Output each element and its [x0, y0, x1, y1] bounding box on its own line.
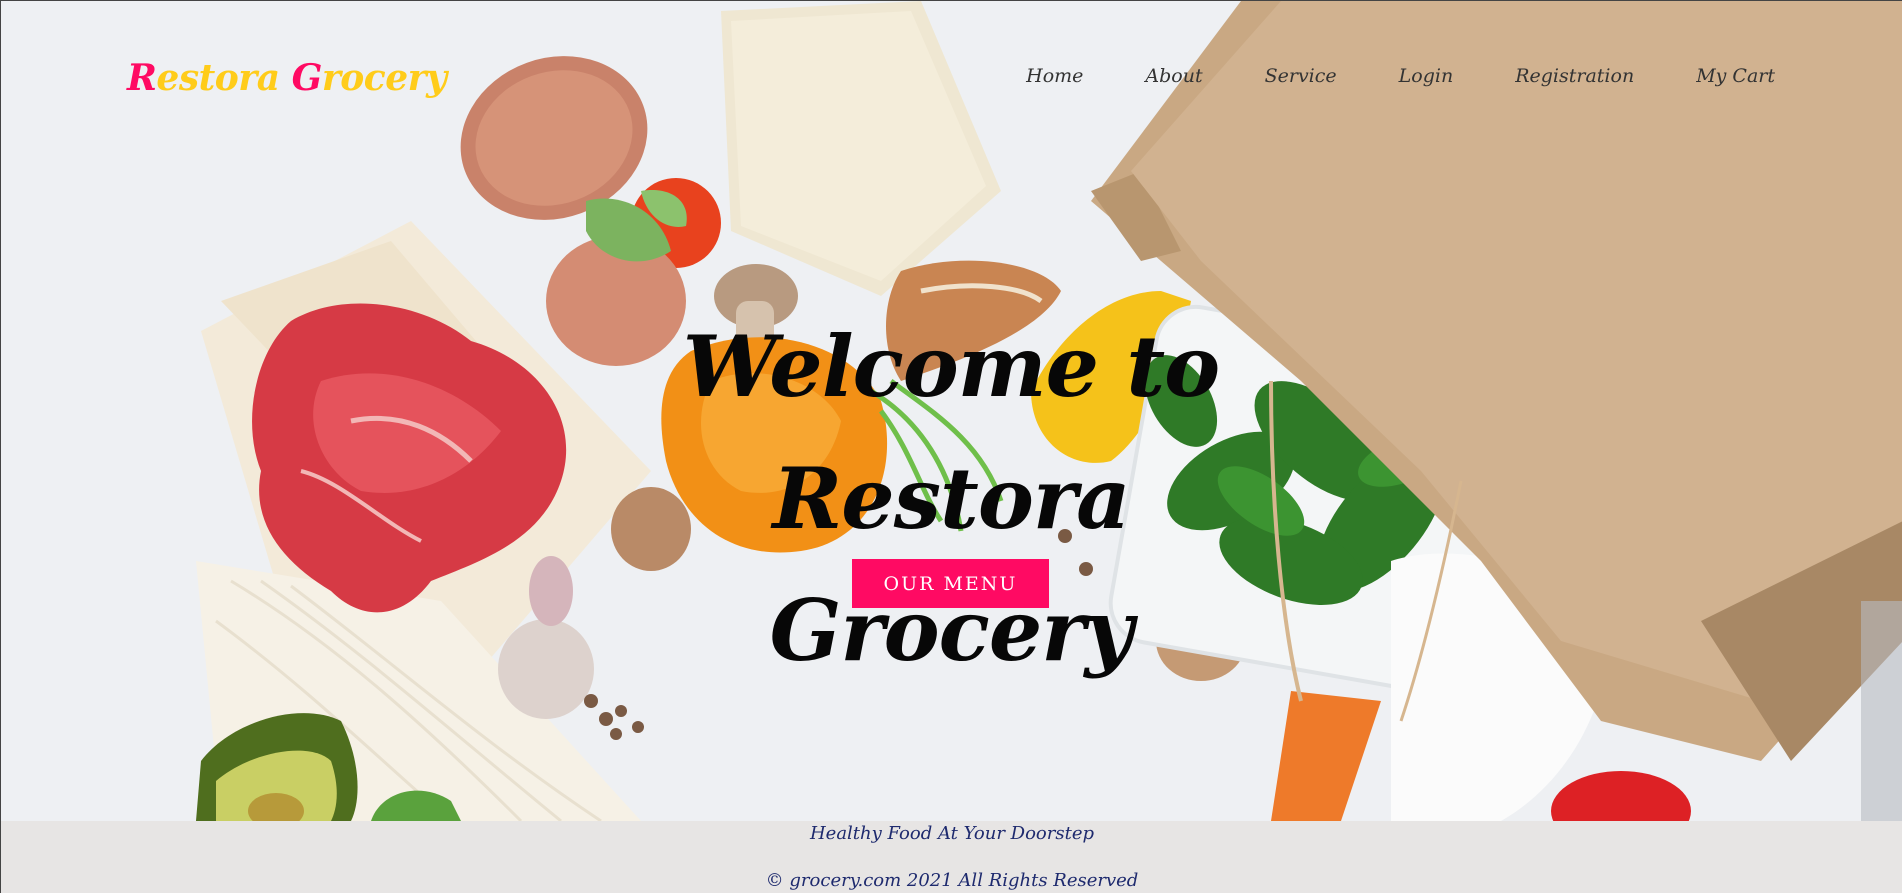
brand-logo[interactable]: Restora Grocery — [127, 57, 447, 99]
hero-title: Welcome to Restora Grocery — [501, 301, 1401, 697]
footer-tagline: Healthy Food At Your Doorstep — [809, 823, 1095, 844]
hero-section: Restora Grocery Home About Service Login… — [1, 1, 1902, 821]
nav-my-cart[interactable]: My Cart — [1696, 65, 1775, 87]
nav-login[interactable]: Login — [1399, 65, 1454, 87]
hero-title-line1: Welcome to Restora — [682, 317, 1220, 548]
main-nav: Home About Service Login Registration My… — [1026, 65, 1775, 87]
our-menu-button[interactable]: OUR MENU — [852, 559, 1049, 608]
brand-initial-r: R — [127, 57, 157, 99]
nav-home[interactable]: Home — [1026, 65, 1083, 87]
nav-registration[interactable]: Registration — [1515, 65, 1634, 87]
brand-word-restora: estora — [156, 57, 292, 99]
brand-initial-g: G — [291, 57, 323, 99]
nav-about[interactable]: About — [1145, 65, 1202, 87]
footer-copyright: © grocery.com 2021 All Rights Reserved — [765, 870, 1139, 891]
nav-service[interactable]: Service — [1265, 65, 1337, 87]
footer: Healthy Food At Your Doorstep © grocery.… — [1, 821, 1902, 893]
brand-word-grocery: rocery — [321, 57, 447, 99]
